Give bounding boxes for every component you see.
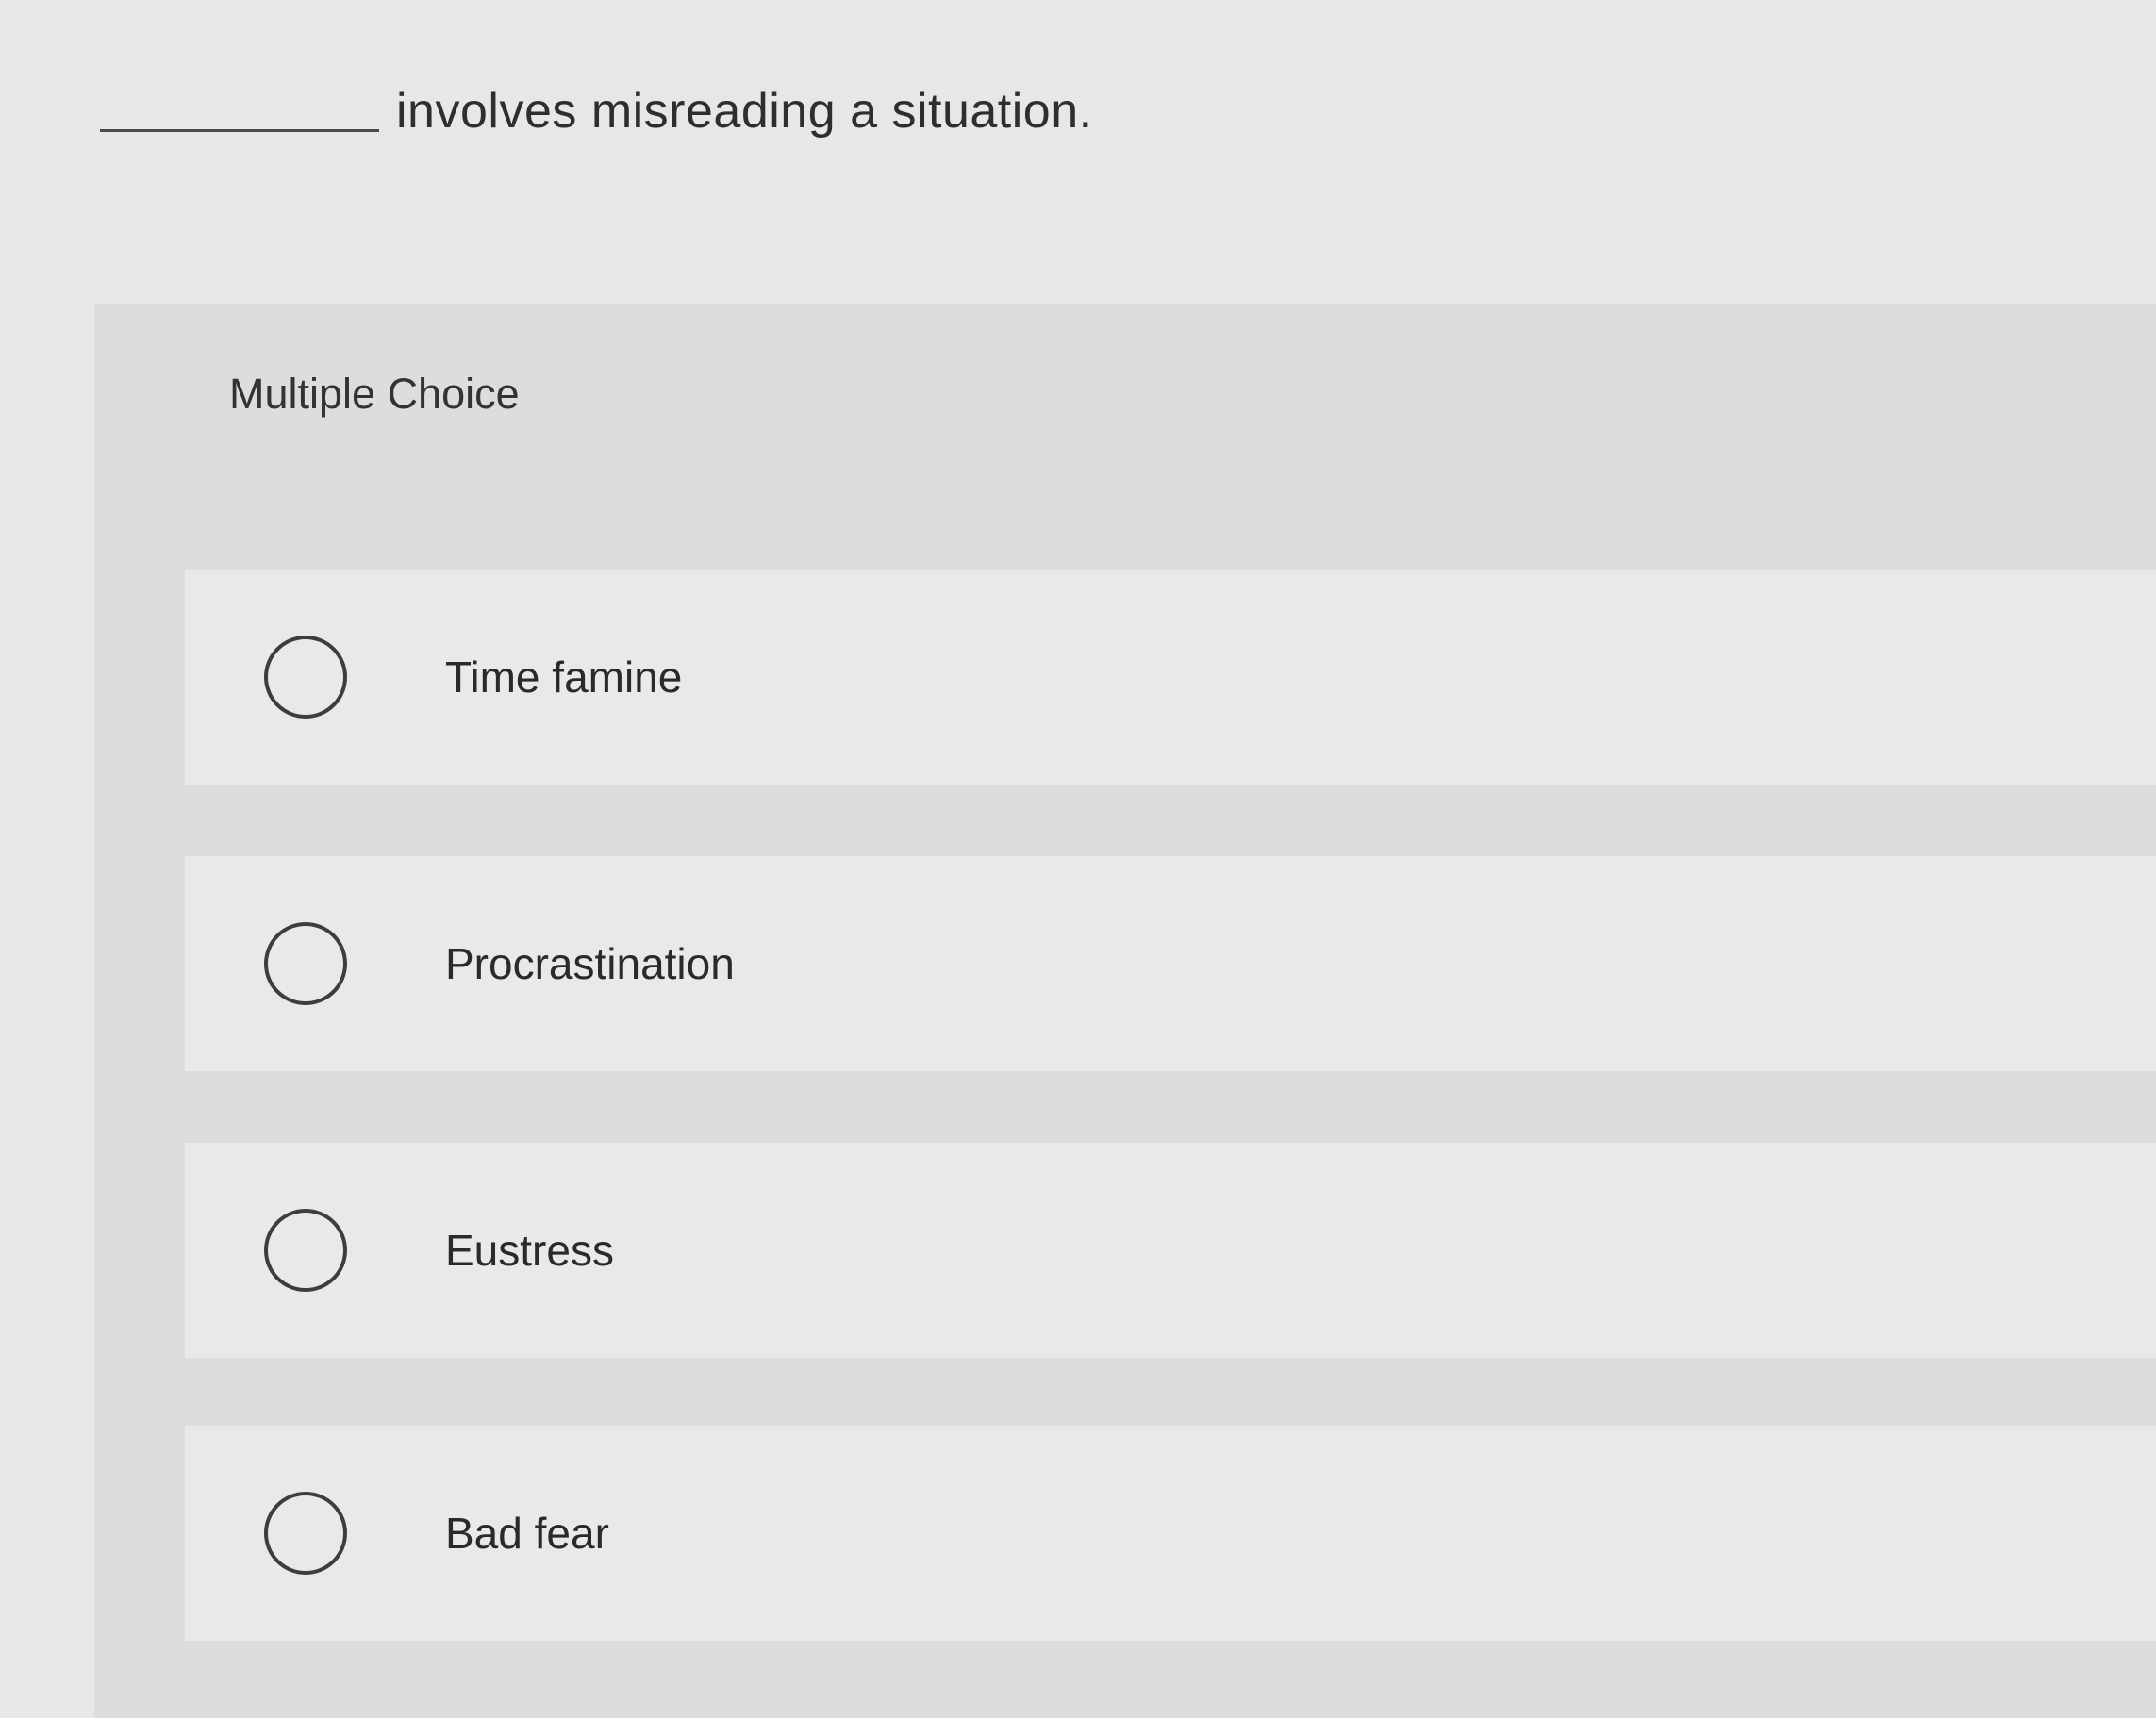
option-label: Time famine (445, 653, 683, 702)
option-time-famine[interactable]: Time famine (185, 570, 2156, 785)
option-procrastination[interactable]: Procrastination (185, 856, 2156, 1071)
question-prompt: involves misreading a situation. (100, 83, 1093, 140)
question-text: involves misreading a situation. (396, 84, 1093, 139)
option-label: Bad fear (445, 1509, 609, 1558)
radio-button[interactable] (264, 636, 347, 719)
option-label: Eustress (445, 1226, 614, 1275)
option-eustress[interactable]: Eustress (185, 1143, 2156, 1358)
radio-button[interactable] (264, 1492, 347, 1575)
option-bad-fear[interactable]: Bad fear (185, 1426, 2156, 1641)
multiple-choice-panel: Multiple Choice Time famine Procrastinat… (94, 304, 2156, 1718)
section-heading: Multiple Choice (229, 370, 520, 418)
answer-blank (100, 129, 379, 132)
radio-button[interactable] (264, 922, 347, 1005)
radio-button[interactable] (264, 1209, 347, 1292)
option-label: Procrastination (445, 939, 735, 988)
